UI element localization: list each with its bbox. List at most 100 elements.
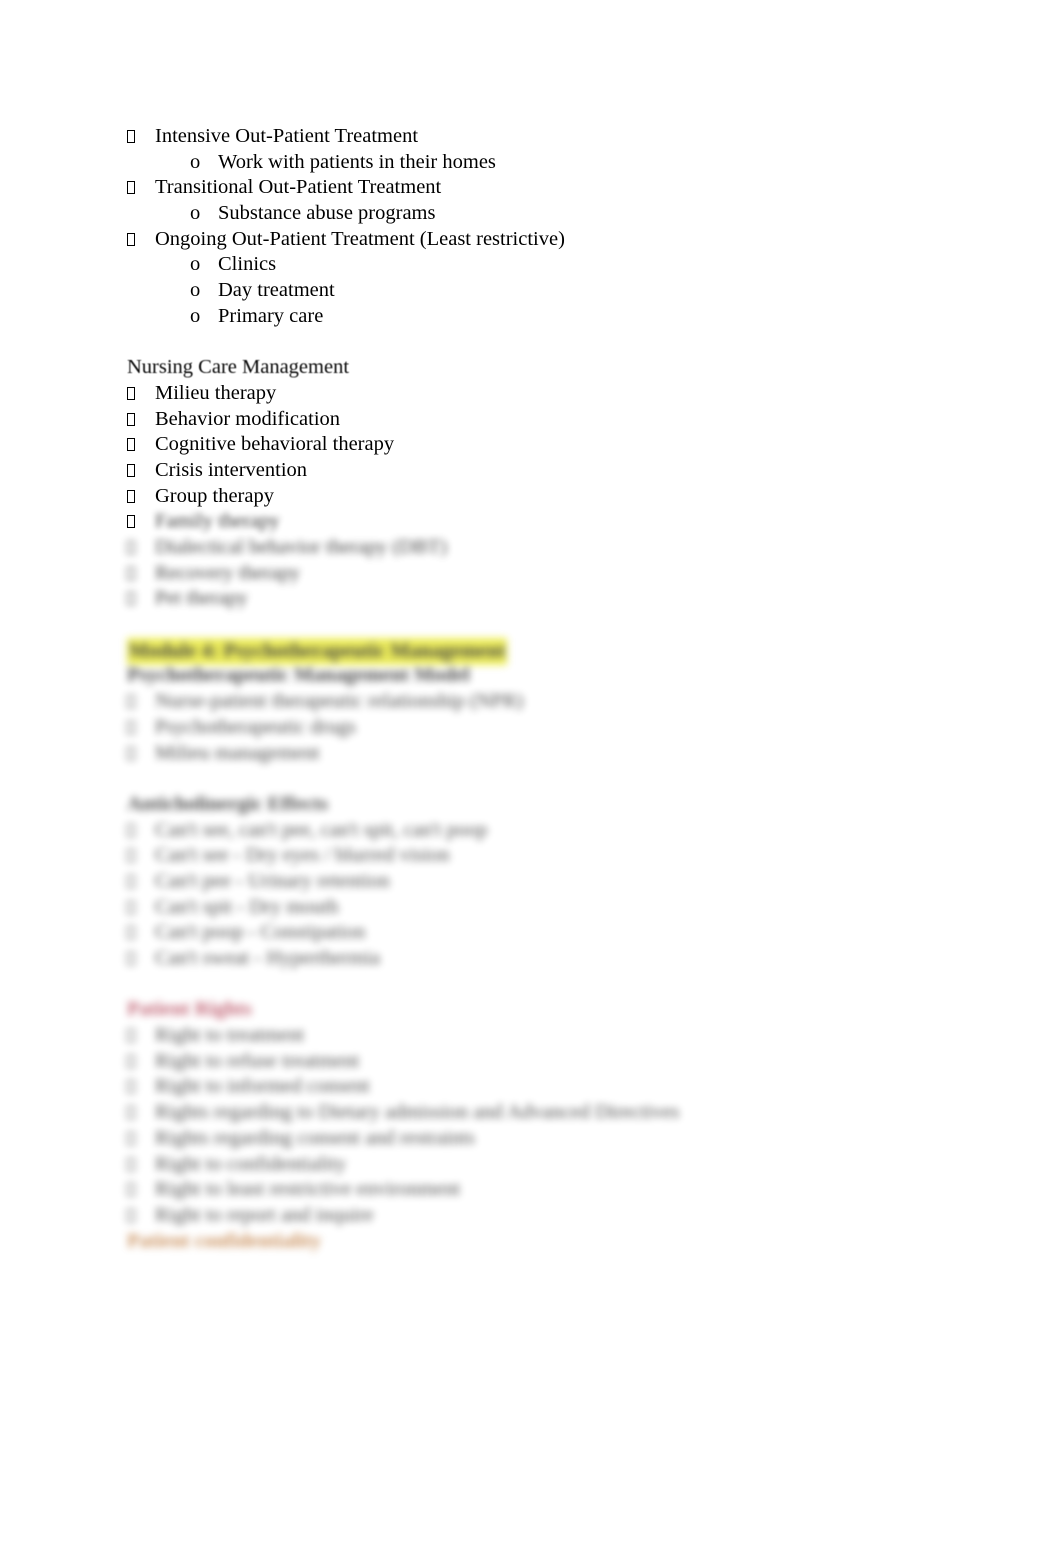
- list-item-label: Primary care: [218, 304, 324, 327]
- list-item-label: Family therapy: [155, 510, 280, 533]
- module-heading-label: Module 4: Psychotherapeutic Management: [127, 637, 508, 666]
- list-item-label: Right to least restrictive environment: [155, 1178, 461, 1201]
- bullet-box-icon: [127, 895, 136, 914]
- section-heading-label: Anticholinergic Effects: [127, 792, 328, 815]
- list-item: Nurse-patient therapeutic relationship (…: [127, 689, 927, 715]
- section-heading: Nursing Care Management: [127, 355, 927, 381]
- section-heading: Anticholinergic Effects: [127, 792, 927, 818]
- bullet-box-icon: [127, 715, 136, 734]
- bullet-box-icon: [127, 432, 136, 452]
- list-item: Right to confidentiality: [127, 1152, 927, 1178]
- bullet-box-icon: [127, 124, 136, 143]
- subsection-heading: Psychotherapeutic Management Model: [127, 663, 927, 689]
- list-item-label: Nurse-patient therapeutic relationship (…: [155, 690, 524, 713]
- list-item-label: Transitional Out-Patient Treatment: [155, 176, 442, 199]
- bullet-box-icon: [127, 1074, 136, 1094]
- list-item: Can't see, can't pee, can't spit, can't …: [127, 818, 927, 844]
- list-item: o Primary care: [127, 304, 927, 330]
- subsection-heading-label: Psychotherapeutic Management Model: [127, 664, 470, 687]
- list-item: o Work with patients in their homes: [127, 150, 927, 176]
- list-item: Transitional Out-Patient Treatment: [127, 175, 927, 201]
- bullet-box-icon: [127, 1023, 136, 1043]
- bullet-box-icon: [127, 561, 136, 580]
- bullet-box-icon: [127, 381, 136, 400]
- list-item-label: Dialectical behavior therapy (DBT): [155, 536, 447, 558]
- list-item: Milieu management: [127, 741, 927, 767]
- list-item-label: Clinics: [218, 253, 277, 276]
- bullet-box-icon: [127, 946, 136, 965]
- bullet-box-icon: [127, 869, 136, 888]
- list-item-label: Psychotherapeutic drugs: [155, 715, 356, 738]
- bullet-box-icon: [127, 175, 136, 195]
- section-levels-of-care: Intensive Out-Patient Treatment o Work w…: [127, 124, 927, 330]
- list-item: Right to least restrictive environment: [127, 1177, 927, 1203]
- bullet-box-icon: [127, 1177, 136, 1197]
- list-item-label: Rights regarding to Dietary admission an…: [155, 1101, 680, 1124]
- section-patient-rights: Patient Rights Right to treatment Right …: [127, 997, 927, 1254]
- list-item: Pet therapy: [127, 586, 927, 612]
- sub-bullet-o-icon: o: [190, 304, 201, 327]
- list-item: Crisis intervention: [127, 458, 927, 484]
- sub-bullet-o-icon: o: [190, 150, 201, 173]
- list-item: Milieu therapy: [127, 381, 927, 407]
- bullet-box-icon: [127, 1100, 136, 1120]
- list-item-label: Recovery therapy: [155, 561, 301, 584]
- list-item: Group therapy: [127, 484, 927, 510]
- list-item: Can't spit - Dry mouth: [127, 895, 927, 921]
- sub-bullet-o-icon: o: [190, 279, 201, 302]
- section-footer-label: Patient confidentiality: [127, 1229, 322, 1252]
- list-item-label: Milieu management: [155, 741, 320, 764]
- list-item-label: Can't poop - Constipation: [155, 921, 366, 944]
- list-item: Rights regarding consent and restraints: [127, 1126, 927, 1152]
- list-item: Right to treatment: [127, 1023, 927, 1049]
- section-heading-label: Patient Rights: [127, 998, 252, 1021]
- list-item-label: Right to treatment: [155, 1024, 305, 1047]
- bullet-box-icon: [127, 920, 136, 940]
- list-item-label: Crisis intervention: [155, 458, 308, 481]
- list-item-label: Work with patients in their homes: [218, 150, 496, 173]
- bullet-box-icon: [127, 1203, 136, 1222]
- bullet-box-icon: [127, 458, 136, 477]
- list-item-label: Group therapy: [155, 484, 274, 507]
- list-item: Can't sweat - Hyperthermia: [127, 946, 927, 972]
- section-nursing-care-management: Nursing Care Management Milieu therapy B…: [127, 355, 927, 612]
- section-anticholinergic-effects: Anticholinergic Effects Can't see, can't…: [127, 792, 927, 972]
- list-item: Right to informed consent: [127, 1074, 927, 1100]
- list-item-label: Day treatment: [218, 279, 335, 302]
- list-item: Cognitive behavioral therapy: [127, 432, 927, 458]
- list-item-label: Right to informed consent: [155, 1075, 370, 1098]
- module-heading: Module 4: Psychotherapeutic Management: [127, 637, 927, 666]
- list-item-label: Can't see - Dry eyes / blurred vision: [155, 844, 450, 867]
- bullet-box-icon: [127, 535, 136, 554]
- list-item: Ongoing Out-Patient Treatment (Least res…: [127, 227, 927, 253]
- sub-bullet-o-icon: o: [190, 253, 201, 276]
- list-item-label: Can't sweat - Hyperthermia: [155, 947, 381, 969]
- list-item-label: Behavior modification: [155, 407, 341, 430]
- bullet-box-icon: [127, 689, 136, 709]
- bullet-box-icon: [127, 1152, 136, 1171]
- section-heading: Patient Rights: [127, 997, 927, 1023]
- document-body: Intensive Out-Patient Treatment o Work w…: [127, 124, 927, 1254]
- list-item-label: Rights regarding consent and restraints: [155, 1126, 475, 1149]
- list-item-label: Right to refuse treatment: [155, 1049, 360, 1072]
- list-item: Right to report and inquire: [127, 1203, 927, 1229]
- list-item: o Clinics: [127, 252, 927, 278]
- bullet-box-icon: [127, 227, 136, 246]
- section-psychotherapeutic-management: Module 4: Psychotherapeutic Management P…: [127, 637, 927, 767]
- list-item: Rights regarding to Dietary admission an…: [127, 1100, 927, 1126]
- list-item-label: Pet therapy: [155, 587, 248, 610]
- list-item-label: Milieu therapy: [155, 381, 277, 404]
- section-footer: Patient confidentiality: [127, 1229, 927, 1255]
- list-item-label: Cognitive behavioral therapy: [155, 433, 395, 456]
- bullet-box-icon: [127, 1049, 136, 1068]
- document-page: Intensive Out-Patient Treatment o Work w…: [0, 0, 1062, 1561]
- list-item: Recovery therapy: [127, 561, 927, 587]
- bullet-box-icon: [127, 1126, 136, 1145]
- bullet-box-icon: [127, 509, 136, 529]
- list-item: Intensive Out-Patient Treatment: [127, 124, 927, 150]
- list-item: Can't pee - Urinary retention: [127, 869, 927, 895]
